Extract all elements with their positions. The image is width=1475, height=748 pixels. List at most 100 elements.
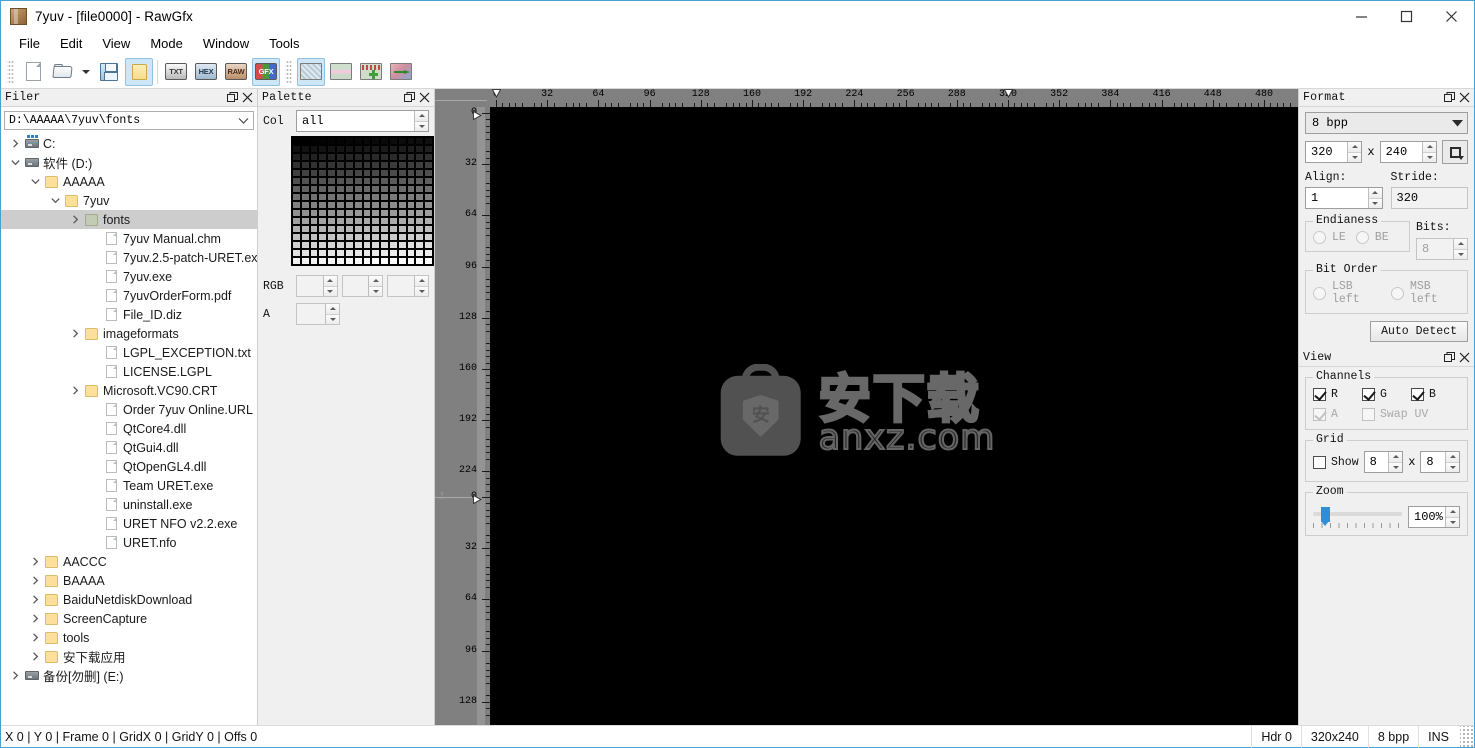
open-dropdown-button[interactable] — [79, 58, 93, 86]
palette-swatch[interactable] — [336, 137, 345, 145]
palette-swatch[interactable] — [406, 169, 416, 177]
palette-swatch[interactable] — [397, 201, 407, 209]
palette-swatch[interactable] — [336, 161, 345, 169]
palette-swatch[interactable] — [380, 153, 389, 161]
palette-swatch[interactable] — [406, 153, 416, 161]
resize-grip[interactable] — [1460, 725, 1474, 748]
palette-swatch[interactable] — [388, 209, 398, 217]
palette-swatch[interactable] — [362, 257, 372, 265]
mode-raw-button[interactable]: RAW — [222, 58, 250, 86]
palette-swatch[interactable] — [397, 209, 407, 217]
palette-swatch[interactable] — [344, 209, 354, 217]
palette-swatch[interactable] — [397, 217, 407, 225]
palette-swatch[interactable] — [318, 241, 328, 249]
palette-swatch[interactable] — [300, 241, 310, 249]
palette-swatch[interactable] — [344, 249, 354, 257]
palette-swatch[interactable] — [362, 249, 372, 257]
palette-swatch[interactable] — [388, 145, 398, 153]
vertical-ruler[interactable]: 0326496128160192224103264961281601922242… — [435, 107, 490, 725]
tree-item[interactable]: Order 7yuv Online.URL — [1, 400, 257, 419]
palette-swatch[interactable] — [292, 225, 301, 233]
palette-swatch[interactable] — [318, 153, 328, 161]
menu-item-file[interactable]: File — [10, 34, 49, 53]
palette-swatch[interactable] — [344, 225, 354, 233]
palette-swatch[interactable] — [344, 161, 354, 169]
palette-swatch[interactable] — [371, 153, 381, 161]
palette-swatch[interactable] — [371, 233, 381, 241]
maximize-button[interactable] — [1384, 1, 1429, 32]
palette-swatch[interactable] — [300, 185, 310, 193]
channel-b-checkbox[interactable]: B — [1411, 388, 1460, 401]
palette-swatch[interactable] — [318, 177, 328, 185]
palette-swatch[interactable] — [327, 145, 337, 153]
palette-swatch[interactable] — [380, 177, 389, 185]
palette-swatch[interactable] — [371, 169, 381, 177]
image-export-button[interactable] — [387, 58, 415, 86]
palette-swatch[interactable] — [415, 193, 425, 201]
zoom-slider[interactable] — [1313, 506, 1402, 528]
palette-swatch[interactable] — [318, 137, 328, 145]
palette-swatch[interactable] — [309, 177, 319, 185]
palette-swatch[interactable] — [336, 193, 345, 201]
palette-swatch[interactable] — [300, 177, 310, 185]
palette-swatch[interactable] — [292, 201, 301, 209]
toolbar-grip[interactable] — [7, 59, 14, 84]
palette-swatch[interactable] — [371, 193, 381, 201]
palette-col-input[interactable]: all — [296, 110, 429, 132]
tree-item[interactable]: BaiduNetdiskDownload — [1, 590, 257, 609]
mode-hex-button[interactable]: HEX — [192, 58, 220, 86]
palette-swatch[interactable] — [344, 193, 354, 201]
palette-swatch[interactable] — [353, 241, 363, 249]
palette-swatch[interactable] — [388, 185, 398, 193]
palette-swatch[interactable] — [292, 241, 301, 249]
palette-swatch[interactable] — [380, 193, 389, 201]
palette-swatch[interactable] — [344, 137, 354, 145]
palette-swatch[interactable] — [336, 153, 345, 161]
palette-swatch[interactable] — [388, 161, 398, 169]
palette-swatch[interactable] — [353, 137, 363, 145]
palette-swatch[interactable] — [292, 233, 301, 241]
palette-swatch[interactable] — [309, 209, 319, 217]
palette-swatch[interactable] — [424, 217, 433, 225]
palette-swatch[interactable] — [318, 225, 328, 233]
palette-swatch[interactable] — [292, 137, 301, 145]
palette-swatch[interactable] — [353, 225, 363, 233]
menu-item-tools[interactable]: Tools — [260, 34, 308, 53]
palette-swatch[interactable] — [318, 145, 328, 153]
palette-swatch[interactable] — [300, 257, 310, 265]
filer-float-button[interactable] — [225, 90, 240, 105]
tree-item[interactable]: QtOpenGL4.dll — [1, 457, 257, 476]
palette-swatch[interactable] — [300, 169, 310, 177]
palette-swatch[interactable] — [371, 137, 381, 145]
palette-swatch[interactable] — [318, 233, 328, 241]
palette-swatch[interactable] — [397, 249, 407, 257]
palette-swatch[interactable] — [353, 257, 363, 265]
palette-swatch[interactable] — [424, 161, 433, 169]
palette-swatch[interactable] — [415, 161, 425, 169]
palette-swatch[interactable] — [309, 225, 319, 233]
palette-swatch[interactable] — [318, 257, 328, 265]
palette-swatch[interactable] — [336, 145, 345, 153]
palette-swatch[interactable] — [397, 161, 407, 169]
chevron-down-icon[interactable] — [47, 196, 63, 205]
palette-swatch[interactable] — [292, 209, 301, 217]
bitorder-lsb-radio[interactable]: LSB left — [1313, 280, 1382, 306]
palette-swatch[interactable] — [388, 225, 398, 233]
tree-item[interactable]: imageformats — [1, 324, 257, 343]
palette-swatch[interactable] — [415, 209, 425, 217]
palette-swatch[interactable] — [371, 201, 381, 209]
palette-swatch[interactable] — [292, 145, 301, 153]
palette-swatch[interactable] — [300, 161, 310, 169]
palette-swatch[interactable] — [380, 185, 389, 193]
palette-swatch[interactable] — [424, 193, 433, 201]
palette-swatch[interactable] — [397, 233, 407, 241]
palette-alpha-stepper[interactable] — [325, 304, 339, 324]
width-stepper[interactable] — [1347, 142, 1362, 162]
palette-g-stepper[interactable] — [368, 276, 383, 296]
palette-swatch[interactable] — [362, 217, 372, 225]
image-canvas[interactable]: 安 安下载 anxz.com — [490, 107, 1298, 725]
chevron-down-icon[interactable] — [235, 117, 251, 125]
palette-swatch[interactable] — [397, 185, 407, 193]
palette-swatch[interactable] — [371, 177, 381, 185]
palette-swatch[interactable] — [300, 225, 310, 233]
